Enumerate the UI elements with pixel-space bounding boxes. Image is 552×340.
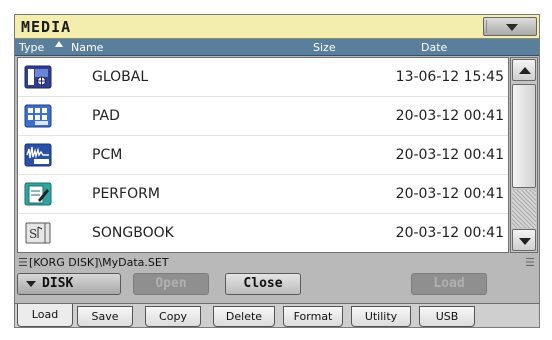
- file-list: GLOBAL 13-06-12 15:45 PAD 20-03-12 00:41: [17, 57, 509, 253]
- file-name: PAD: [92, 108, 120, 124]
- file-name: SONGBOOK: [92, 225, 174, 241]
- arrow-down-icon: [519, 238, 531, 245]
- menu-separator: [486, 20, 487, 33]
- sort-ascending-icon: [55, 41, 63, 47]
- pcm-icon: [24, 143, 52, 167]
- tab-bar: Load Save Copy Delete Format Utility USB: [15, 303, 539, 327]
- tab-utility[interactable]: Utility: [351, 306, 411, 327]
- tab-usb[interactable]: USB: [419, 306, 475, 327]
- scroll-thumb[interactable]: [512, 84, 536, 188]
- lines-icon: ☰: [525, 256, 535, 269]
- title-bar: MEDIA: [15, 15, 539, 39]
- file-date: 20-03-12 00:41: [395, 147, 504, 163]
- arrow-up-icon: [519, 67, 531, 74]
- list-item[interactable]: S SONGBOOK 20-03-12 00:41: [18, 214, 508, 253]
- tab-load[interactable]: Load: [17, 304, 73, 327]
- media-screen: MEDIA Type Name Size Date GLOBAL 13-06-1…: [0, 0, 552, 340]
- pad-icon: [24, 104, 52, 128]
- file-date: 13-06-12 15:45: [395, 69, 504, 85]
- list-scrollbar[interactable]: [510, 57, 538, 253]
- column-type[interactable]: Type: [19, 41, 44, 54]
- page-menu-button[interactable]: [483, 17, 537, 36]
- file-date: 20-03-12 00:41: [395, 225, 504, 241]
- tab-save[interactable]: Save: [77, 306, 133, 327]
- page-title: MEDIA: [21, 18, 72, 36]
- device-selector[interactable]: DISK: [17, 273, 121, 295]
- column-header: Type Name Size Date: [15, 39, 539, 56]
- songbook-icon: S: [25, 222, 51, 244]
- global-icon: [24, 65, 52, 89]
- column-size[interactable]: Size: [313, 41, 336, 54]
- svg-text:S: S: [29, 227, 37, 241]
- load-button[interactable]: Load: [411, 273, 487, 295]
- lines-icon: ☰: [18, 256, 28, 269]
- chevron-down-icon: [506, 24, 518, 31]
- file-date: 20-03-12 00:41: [395, 186, 504, 202]
- perform-icon: [24, 182, 52, 206]
- file-date: 20-03-12 00:41: [395, 108, 504, 124]
- list-item[interactable]: PCM 20-03-12 00:41: [18, 136, 508, 175]
- scroll-down-button[interactable]: [512, 229, 536, 251]
- current-path: [KORG DISK]\MyData.SET: [29, 256, 169, 269]
- chevron-down-icon: [26, 281, 36, 287]
- list-item[interactable]: PAD 20-03-12 00:41: [18, 97, 508, 136]
- tab-delete[interactable]: Delete: [213, 306, 275, 327]
- device-label: DISK: [42, 276, 74, 291]
- file-name: GLOBAL: [92, 69, 149, 85]
- path-bar: ☰ [KORG DISK]\MyData.SET ☰: [15, 255, 539, 271]
- list-item[interactable]: PERFORM 20-03-12 00:41: [18, 175, 508, 214]
- tab-format[interactable]: Format: [283, 306, 343, 327]
- scroll-track[interactable]: [512, 190, 536, 228]
- tab-copy[interactable]: Copy: [145, 306, 201, 327]
- list-item[interactable]: GLOBAL 13-06-12 15:45: [18, 58, 508, 97]
- column-date[interactable]: Date: [421, 41, 447, 54]
- media-panel: MEDIA Type Name Size Date GLOBAL 13-06-1…: [14, 14, 540, 328]
- column-name[interactable]: Name: [71, 41, 103, 54]
- scroll-up-button[interactable]: [512, 59, 536, 81]
- open-button[interactable]: Open: [133, 273, 209, 295]
- file-name: PCM: [92, 147, 123, 163]
- close-button[interactable]: Close: [225, 273, 301, 295]
- file-name: PERFORM: [92, 186, 160, 202]
